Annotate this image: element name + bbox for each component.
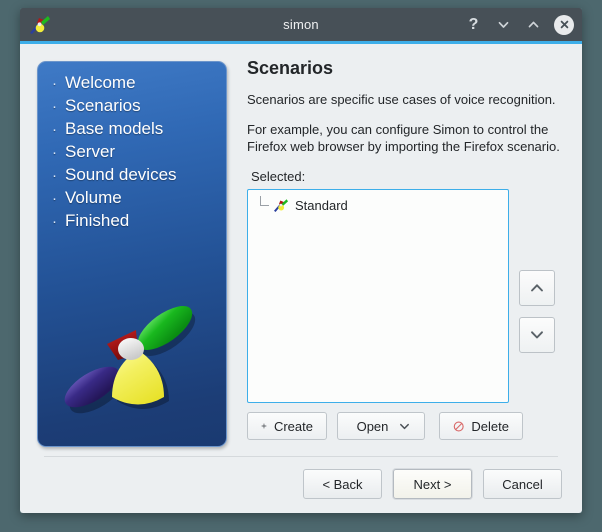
chevron-up-icon: [528, 21, 539, 28]
simon-logo-graphic: [52, 292, 212, 442]
dialog-body: · Welcome · Scenarios · Base models · Se…: [20, 44, 582, 513]
wizard-step-list: · Welcome · Scenarios · Base models · Se…: [50, 72, 222, 233]
scenario-list-row: Standard: [247, 189, 568, 403]
help-button[interactable]: ?: [464, 15, 483, 34]
sidebar-item-base-models[interactable]: · Base models: [50, 118, 222, 141]
open-button-label: Open: [356, 418, 389, 434]
selected-label: Selected:: [251, 169, 306, 184]
bullet-icon: ·: [52, 167, 57, 184]
scenario-action-buttons: Create Open Delete: [247, 412, 523, 440]
next-button[interactable]: Next >: [393, 469, 472, 499]
chevron-down-icon: [498, 21, 509, 28]
wizard-navigation: < Back Next > Cancel: [303, 469, 562, 499]
cancel-button[interactable]: Cancel: [483, 469, 562, 499]
delete-button[interactable]: Delete: [439, 412, 523, 440]
create-button-label: Create: [273, 418, 313, 434]
bullet-icon: ·: [52, 144, 57, 161]
simon-icon: [272, 197, 289, 214]
bullet-icon: ·: [52, 75, 57, 92]
bullet-icon: ·: [52, 190, 57, 207]
sidebar-item-server[interactable]: · Server: [50, 141, 222, 164]
title-bar: simon ?: [20, 8, 582, 41]
close-icon: [560, 20, 568, 29]
dialog-window: simon ? · Welcome · Scenarios · Base mod…: [20, 8, 582, 513]
sidebar-item-label: Finished: [65, 211, 130, 230]
move-up-button[interactable]: [519, 269, 555, 306]
plus-icon: [261, 423, 267, 429]
open-button[interactable]: Open: [337, 412, 425, 440]
sidebar-item-volume[interactable]: · Volume: [50, 187, 222, 210]
chevron-down-icon: [400, 423, 410, 429]
footer-separator: [44, 456, 558, 457]
selected-scenarios-listbox[interactable]: Standard: [247, 189, 509, 403]
close-button[interactable]: [554, 14, 574, 35]
move-down-button[interactable]: [519, 316, 555, 353]
bullet-icon: ·: [52, 213, 57, 230]
sidebar-item-sound-devices[interactable]: · Sound devices: [50, 164, 222, 187]
help-icon: ?: [468, 15, 479, 33]
sidebar-item-label: Base models: [65, 119, 164, 138]
sidebar-item-scenarios[interactable]: · Scenarios: [50, 95, 222, 118]
chevron-up-icon: [531, 283, 543, 291]
sidebar-item-label: Sound devices: [65, 165, 177, 184]
sidebar-item-label: Server: [65, 142, 116, 161]
sidebar-item-label: Welcome: [65, 73, 136, 92]
prohibition-icon: [453, 421, 464, 431]
create-button[interactable]: Create: [247, 412, 327, 440]
list-item[interactable]: Standard: [251, 195, 505, 215]
simon-logo-icon: [26, 12, 52, 38]
description-paragraph-1: Scenarios are specific use cases of voic…: [247, 92, 556, 107]
delete-button-label: Delete: [471, 418, 509, 434]
reorder-button-group: [519, 189, 555, 403]
maximize-button[interactable]: [524, 15, 543, 34]
sidebar-item-label: Volume: [65, 188, 122, 207]
sidebar-item-welcome[interactable]: · Welcome: [50, 72, 222, 95]
bullet-icon: ·: [52, 121, 57, 138]
bullet-icon: ·: [52, 98, 57, 115]
sidebar-item-label: Scenarios: [65, 96, 141, 115]
tree-branch-icon: [253, 196, 271, 214]
page-title: Scenarios: [247, 58, 334, 78]
chevron-down-icon: [531, 330, 543, 338]
wizard-sidebar: · Welcome · Scenarios · Base models · Se…: [37, 61, 227, 447]
list-item-label: Standard: [295, 197, 348, 213]
minimize-button[interactable]: [494, 15, 513, 34]
sidebar-item-finished[interactable]: · Finished: [50, 210, 222, 233]
back-button[interactable]: < Back: [303, 469, 382, 499]
open-menu-button[interactable]: [398, 420, 411, 433]
main-content: Scenarios Scenarios are specific use cas…: [247, 58, 568, 440]
titlebar-button-group: ?: [464, 8, 574, 41]
description-paragraph-2: For example, you can configure Simon to …: [247, 122, 560, 154]
